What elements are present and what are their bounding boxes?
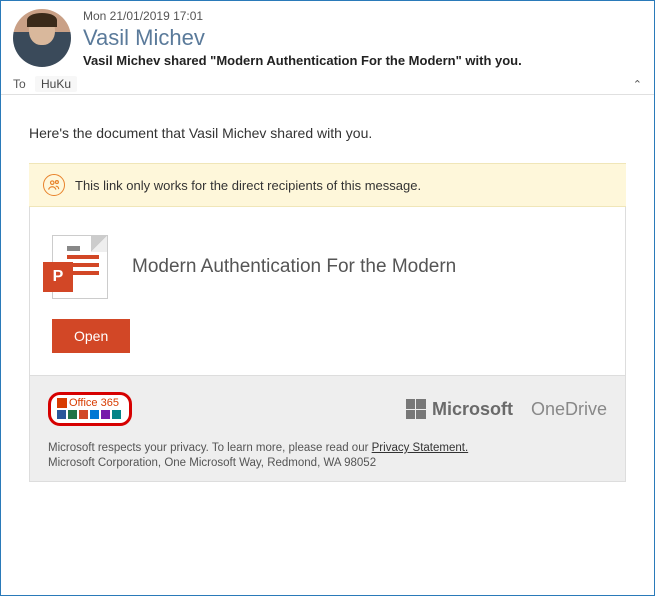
email-subject: Vasil Michev shared "Modern Authenticati…: [83, 53, 642, 68]
brand-right: Microsoft OneDrive: [406, 399, 607, 420]
recipient-notice: This link only works for the direct reci…: [29, 163, 626, 207]
recipients-row: To HuKu ⌃: [1, 74, 654, 95]
document-title[interactable]: Modern Authentication For the Modern: [132, 256, 456, 278]
microsoft-logo: Microsoft: [406, 399, 513, 420]
expand-caret-icon[interactable]: ⌃: [633, 78, 642, 91]
office365-label: Office 365: [69, 397, 119, 409]
annotation-highlight: Office 365: [48, 392, 132, 426]
footer: Office 365 Microsoft O: [29, 376, 626, 482]
timestamp: Mon 21/01/2019 17:01: [83, 9, 642, 23]
footer-brand-row: Office 365 Microsoft O: [48, 392, 607, 426]
notice-text: This link only works for the direct reci…: [75, 178, 421, 193]
corp-address: Microsoft Corporation, One Microsoft Way…: [48, 457, 607, 469]
mini-app-icons: [57, 410, 121, 419]
sender-avatar[interactable]: [13, 9, 71, 67]
privacy-text: Microsoft respects your privacy. To lear…: [48, 442, 372, 454]
microsoft-grid-icon: [406, 399, 426, 419]
recipient-chip[interactable]: HuKu: [35, 76, 77, 92]
privacy-link[interactable]: Privacy Statement.: [372, 442, 469, 454]
open-button[interactable]: Open: [52, 319, 130, 353]
people-icon: [43, 174, 65, 196]
sender-name[interactable]: Vasil Michev: [83, 25, 642, 51]
office-square-icon: [57, 398, 67, 408]
document-row: P Modern Authentication For the Modern: [52, 235, 603, 299]
privacy-line: Microsoft respects your privacy. To lear…: [48, 442, 607, 454]
header-text: Mon 21/01/2019 17:01 Vasil Michev Vasil …: [83, 9, 642, 68]
email-body: Here's the document that Vasil Michev sh…: [1, 95, 654, 492]
onedrive-label: OneDrive: [531, 399, 607, 420]
document-card: P Modern Authentication For the Modern O…: [29, 207, 626, 376]
powerpoint-icon: P: [52, 235, 108, 299]
office365-logo: Office 365: [57, 397, 121, 409]
microsoft-label: Microsoft: [432, 399, 513, 420]
email-header: Mon 21/01/2019 17:01 Vasil Michev Vasil …: [1, 1, 654, 74]
intro-text: Here's the document that Vasil Michev sh…: [29, 125, 626, 141]
to-label: To: [13, 77, 35, 91]
